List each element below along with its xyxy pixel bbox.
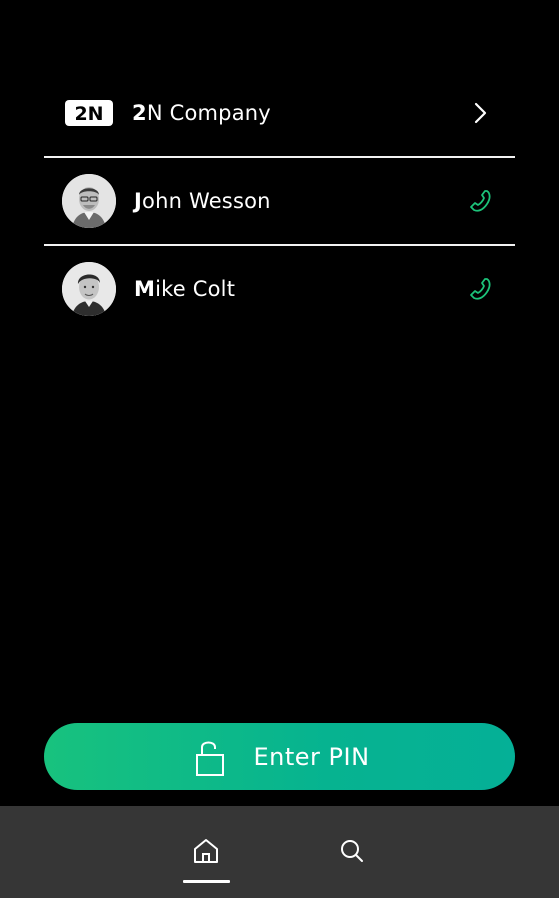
active-tab-indicator (183, 880, 230, 883)
contact-name-initial: J (134, 189, 143, 213)
contact-name-rest: ohn Wesson (142, 189, 271, 213)
chevron-right-icon[interactable] (465, 98, 495, 128)
phone-icon[interactable] (465, 274, 495, 304)
contact-name: Mike Colt (134, 277, 235, 301)
nav-search-button[interactable] (332, 833, 372, 873)
bottom-nav (0, 806, 559, 898)
contact-list: 2N 2N Company John Wesson Mike Colt (44, 70, 515, 332)
contact-row-person[interactable]: John Wesson (44, 158, 515, 244)
contact-name-initial: M (134, 277, 156, 301)
contact-name-initial: 2 (132, 101, 147, 125)
contact-name-rest: N Company (146, 101, 271, 125)
company-logo: 2N (64, 99, 114, 127)
contact-name: 2N Company (132, 101, 271, 125)
avatar (62, 262, 116, 316)
search-icon (338, 837, 366, 869)
unlock-icon (195, 737, 225, 777)
contact-name: John Wesson (134, 189, 271, 213)
company-logo-text: 2N (74, 103, 103, 125)
enter-pin-label: Enter PIN (253, 742, 370, 771)
contact-row-company[interactable]: 2N 2N Company (44, 70, 515, 156)
home-icon (191, 836, 221, 870)
nav-home-button[interactable] (186, 833, 226, 873)
contact-row-person[interactable]: Mike Colt (44, 246, 515, 332)
contact-name-rest: ike Colt (155, 277, 236, 301)
phone-icon[interactable] (465, 186, 495, 216)
screen: 2N 2N Company John Wesson Mike Colt Ente… (0, 0, 559, 898)
avatar (62, 174, 116, 228)
enter-pin-button[interactable]: Enter PIN (44, 723, 515, 790)
